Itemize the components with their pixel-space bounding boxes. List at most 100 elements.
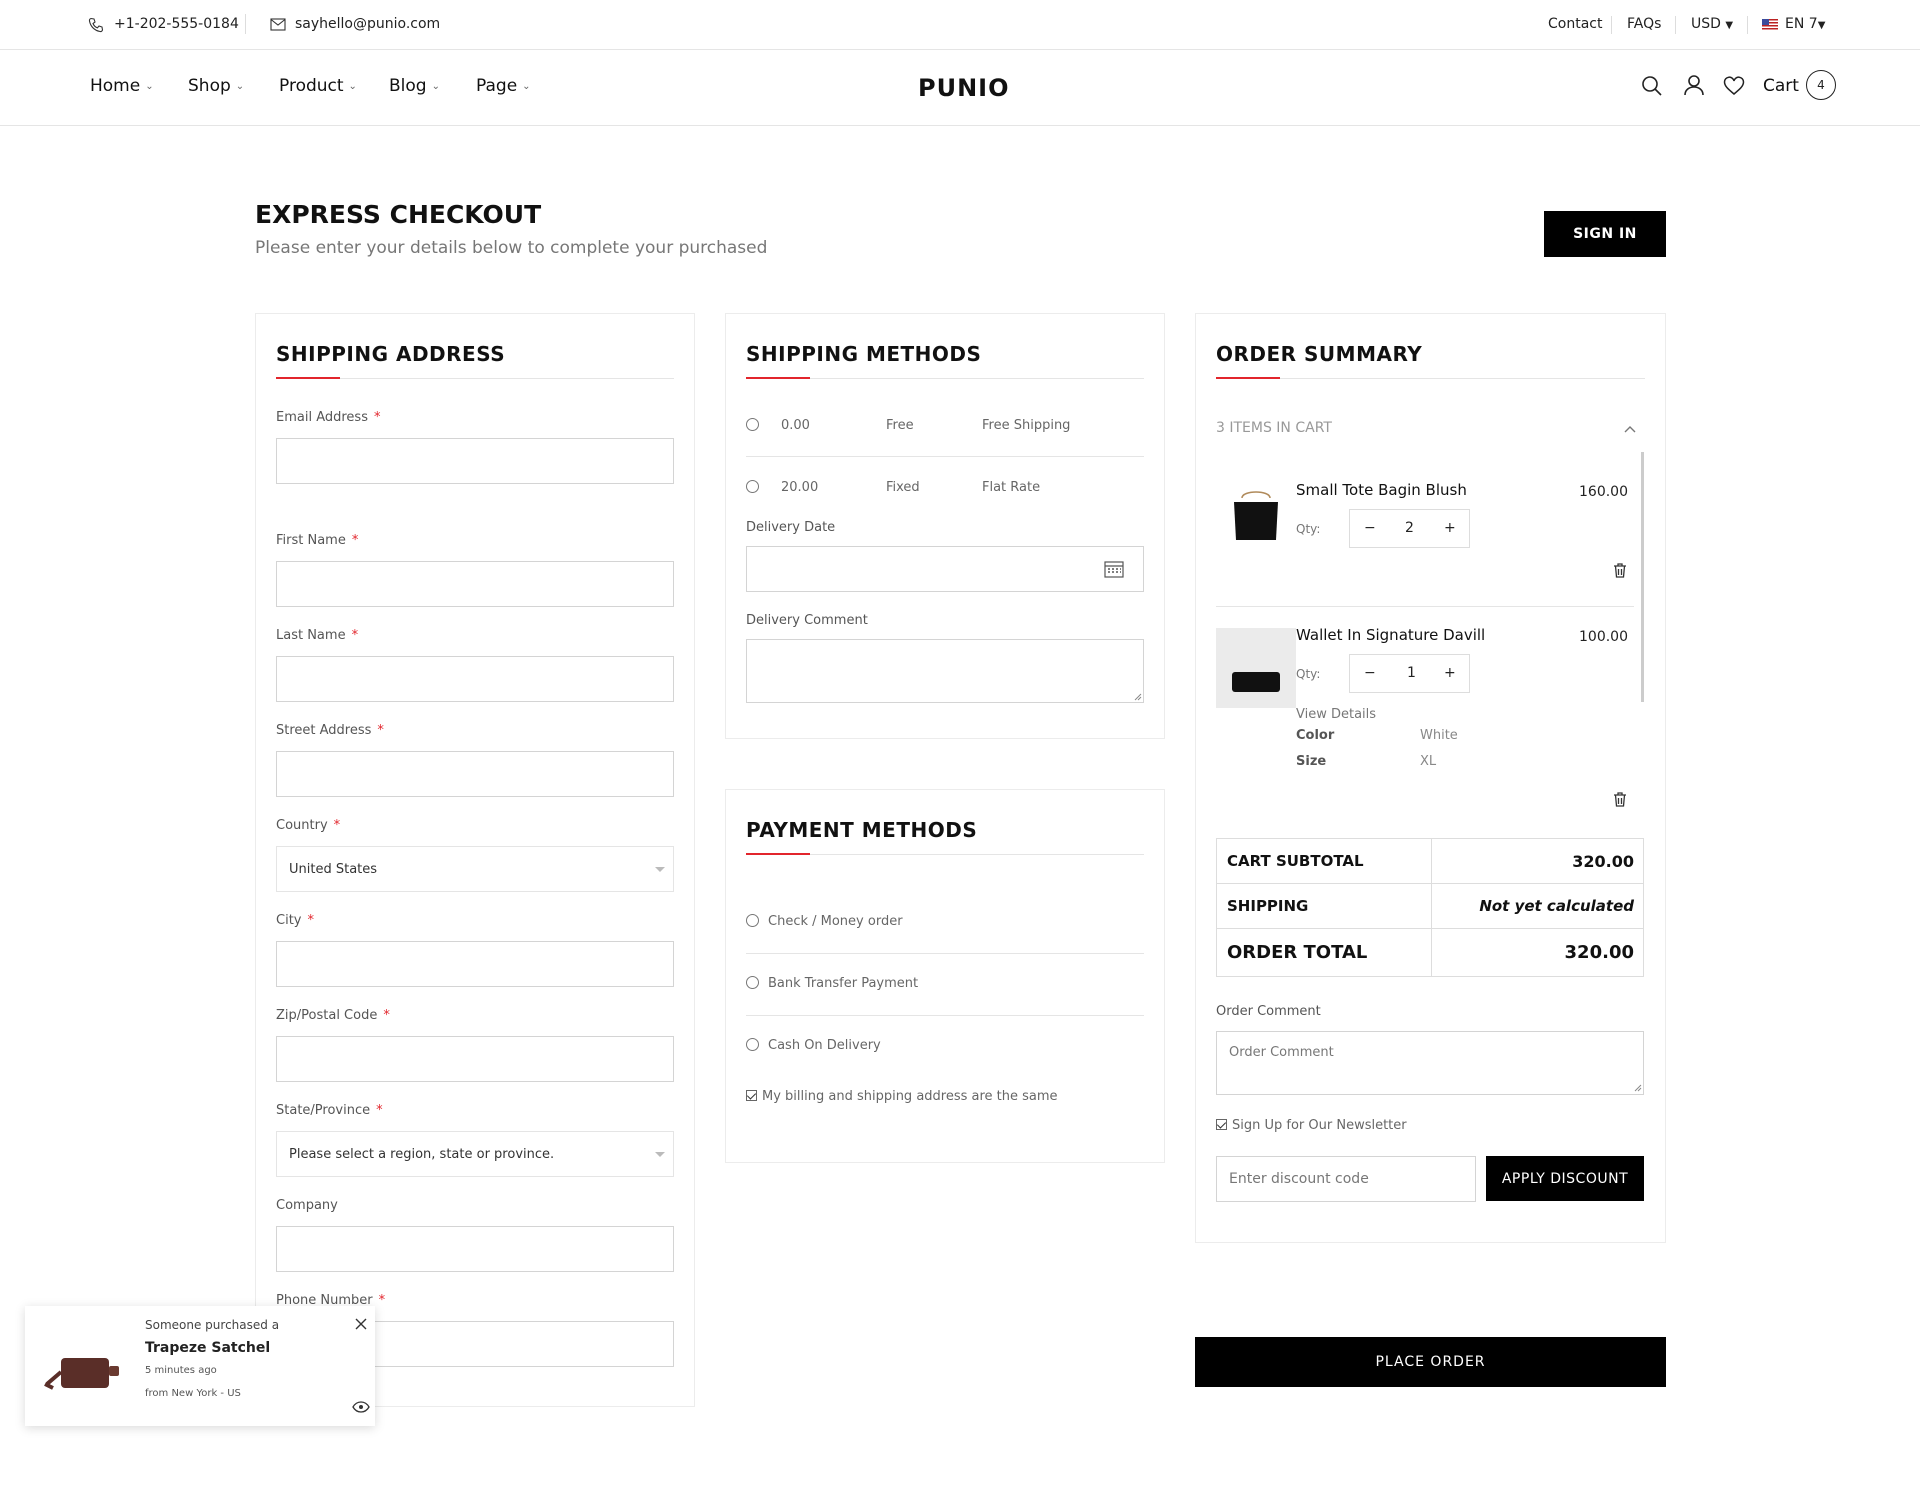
table-row: CART SUBTOTAL 320.00 [1217, 839, 1643, 884]
site-logo[interactable]: PUNIO [918, 74, 1010, 102]
same-address-checkbox[interactable]: My billing and shipping address are the … [746, 1089, 1058, 1104]
shipping-option-free-radio[interactable] [746, 418, 759, 431]
panel-title: SHIPPING ADDRESS [276, 342, 506, 366]
company-label: Company [276, 1198, 338, 1213]
payment-option-label: Bank Transfer Payment [768, 976, 919, 991]
discount-code-input[interactable]: Enter discount code [1216, 1156, 1476, 1202]
chevron-up-icon[interactable] [1624, 425, 1636, 433]
topbar-email[interactable]: sayhello@punio.com [295, 16, 440, 32]
company-field[interactable] [276, 1226, 674, 1272]
shipping-label: SHIPPING [1227, 897, 1309, 915]
payment-bank-radio[interactable] [746, 976, 759, 989]
order-comment-textarea[interactable]: Order Comment [1216, 1031, 1644, 1095]
panel-title: PAYMENT METHODS [746, 818, 978, 842]
notification-location: from New York - US [145, 1388, 241, 1399]
state-label-text: State/Province [276, 1103, 371, 1118]
divider [746, 953, 1144, 954]
first-name-field[interactable] [276, 561, 674, 607]
minus-button[interactable]: − [1364, 520, 1376, 536]
email-field[interactable] [276, 438, 674, 484]
required-mark: * [378, 1293, 386, 1308]
place-order-button[interactable]: PLACE ORDER [1195, 1337, 1666, 1387]
nav-product[interactable]: Product ⌄ [279, 76, 357, 96]
shipping-option-name: Free Shipping [982, 418, 1071, 433]
cart-link[interactable]: Cart [1763, 76, 1799, 96]
currency-select[interactable]: USD ▼ [1691, 16, 1733, 32]
shipping-option-flat-radio[interactable] [746, 480, 759, 493]
last-name-field[interactable] [276, 656, 674, 702]
cart-item-name[interactable]: Wallet In Signature Davill [1296, 626, 1485, 644]
title-underline [1216, 377, 1645, 379]
shipping-option-type: Fixed [886, 480, 920, 495]
cart-item-name[interactable]: Small Tote Bagin Blush [1296, 481, 1467, 499]
city-field[interactable] [276, 941, 674, 987]
quantity-stepper: − 1 + [1349, 654, 1470, 693]
first-name-label-text: First Name [276, 533, 346, 548]
search-icon[interactable] [1641, 75, 1663, 97]
chevron-down-icon: ⌄ [431, 81, 440, 92]
trash-icon[interactable] [1613, 792, 1627, 807]
delivery-date-field[interactable] [746, 546, 1144, 592]
calendar-icon[interactable] [1104, 560, 1124, 578]
minus-button[interactable]: − [1364, 665, 1376, 681]
main-nav: Home ⌄ Shop ⌄ Product ⌄ Blog ⌄ Page ⌄ PUNIO C… [0, 50, 1920, 126]
nav-shop[interactable]: Shop ⌄ [188, 76, 244, 96]
phone-icon [88, 17, 104, 33]
plus-button[interactable]: + [1444, 520, 1456, 536]
payment-check-radio[interactable] [746, 914, 759, 927]
zip-field[interactable] [276, 1036, 674, 1082]
contact-link[interactable]: Contact [1548, 16, 1602, 32]
notification-text: Someone purchased a [145, 1318, 280, 1332]
delivery-comment-textarea[interactable] [746, 639, 1144, 703]
country-select[interactable]: United States [276, 846, 674, 892]
topbar-phone[interactable]: +1-202-555-0184 [114, 16, 239, 32]
divider [245, 14, 246, 34]
state-select[interactable]: Please select a region, state or provinc… [276, 1131, 674, 1177]
street-address-field[interactable] [276, 751, 674, 797]
faqs-link[interactable]: FAQs [1627, 16, 1661, 32]
quantity-value[interactable]: 1 [1407, 665, 1416, 681]
currency-value: USD [1691, 16, 1721, 32]
nav-page[interactable]: Page ⌄ [476, 76, 531, 96]
checkbox-checked-icon [1216, 1119, 1227, 1130]
chevron-down-icon: ⌄ [235, 81, 245, 92]
resize-handle-icon[interactable] [1134, 693, 1142, 701]
plus-button[interactable]: + [1444, 665, 1456, 681]
product-thumbnail[interactable] [1216, 476, 1296, 556]
nav-blog[interactable]: Blog ⌄ [389, 76, 440, 96]
resize-handle-icon[interactable] [1634, 1084, 1642, 1092]
divider [1747, 16, 1748, 34]
table-row: SHIPPING Not yet calculated [1217, 884, 1643, 929]
notification-product[interactable]: Trapeze Satchel [145, 1340, 270, 1356]
sign-in-button[interactable]: SIGN IN [1544, 211, 1666, 257]
language-select[interactable]: EN 7▼ [1785, 16, 1825, 32]
nav-label: Home [90, 76, 141, 96]
eye-icon[interactable] [352, 1401, 370, 1413]
email-label-text: Email Address [276, 410, 368, 425]
required-mark: * [373, 410, 381, 425]
last-name-label: Last Name * [276, 628, 358, 643]
language-value: EN 7 [1785, 16, 1818, 32]
payment-cod-radio[interactable] [746, 1038, 759, 1051]
view-details-link[interactable]: View Details [1296, 707, 1376, 722]
city-label-text: City [276, 913, 302, 928]
quantity-value[interactable]: 2 [1405, 520, 1414, 536]
totals-table: CART SUBTOTAL 320.00 SHIPPING Not yet ca… [1216, 838, 1644, 977]
subtotal-label: CART SUBTOTAL [1227, 852, 1364, 870]
heart-icon[interactable] [1723, 76, 1745, 96]
scrollbar[interactable] [1641, 452, 1644, 702]
close-icon[interactable] [355, 1318, 367, 1330]
trash-icon[interactable] [1613, 563, 1627, 578]
nav-home[interactable]: Home ⌄ [90, 76, 154, 96]
product-thumbnail[interactable] [1216, 628, 1296, 708]
chevron-down-icon: ⌄ [522, 81, 531, 92]
newsletter-checkbox[interactable]: Sign Up for Our Newsletter [1216, 1118, 1407, 1133]
divider [1675, 16, 1676, 34]
quantity-stepper: − 2 + [1349, 509, 1470, 548]
shipping-option-name: Flat Rate [982, 480, 1041, 495]
cart-count-badge[interactable]: 4 [1806, 70, 1836, 100]
user-icon[interactable] [1683, 74, 1705, 96]
apply-discount-button[interactable]: APPLY DISCOUNT [1486, 1156, 1644, 1201]
payment-option-label: Check / Money order [768, 914, 903, 929]
items-in-cart-toggle[interactable]: 3 ITEMS IN CART [1216, 420, 1332, 436]
